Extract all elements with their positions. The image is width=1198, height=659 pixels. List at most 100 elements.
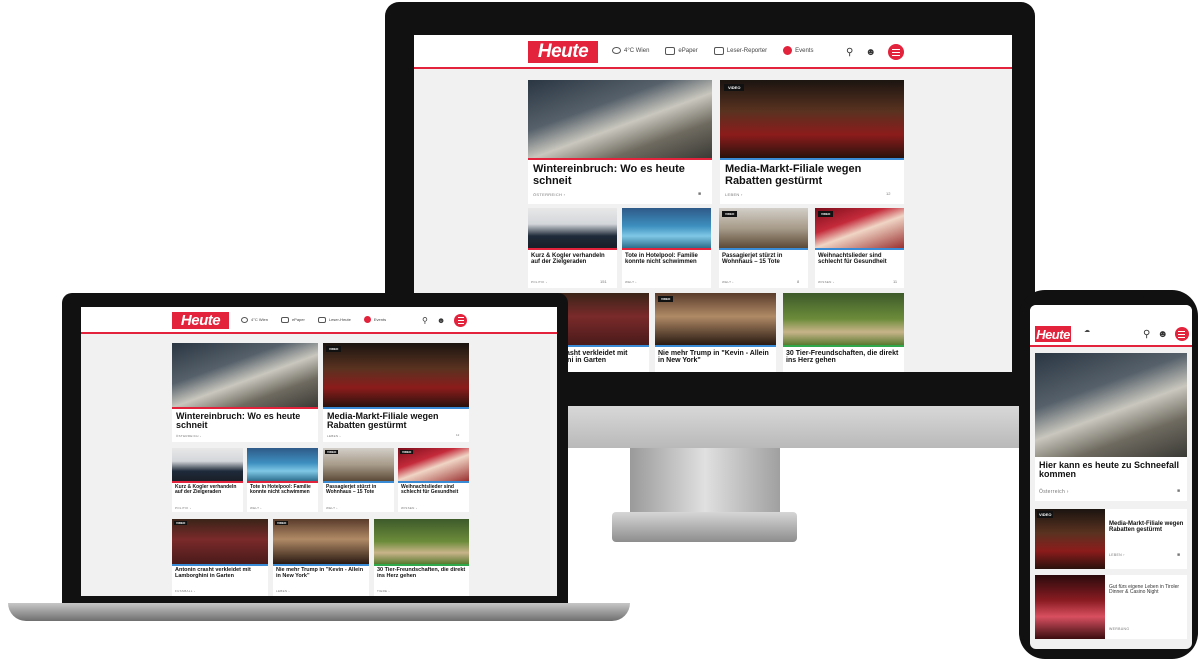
accent-bar xyxy=(273,564,369,566)
article-title: Antonin crasht verkleidet mit Lamborghin… xyxy=(175,567,251,579)
laptop-screen: Heute 4°C Wien ePaper Leser-Heute Events… xyxy=(81,307,557,596)
accent-bar xyxy=(720,158,904,160)
nav-events[interactable]: Events xyxy=(363,316,386,323)
comment-count: 11 xyxy=(893,279,898,284)
article-category: LEBEN › xyxy=(725,192,743,197)
article-title: Wintereinbruch: Wo es heute schneit xyxy=(176,411,301,431)
article-title: Nie mehr Trump in "Kevin - Allein in New… xyxy=(658,350,769,365)
article-category: LEBEN › xyxy=(327,434,341,438)
search-icon[interactable]: ⚲ xyxy=(846,47,853,58)
newspaper-icon xyxy=(280,316,289,323)
menu-icon[interactable] xyxy=(454,314,468,327)
laptop-card-dog[interactable]: 30 Tier-Freundschaften, die direkt ins H… xyxy=(374,519,469,596)
ad-image xyxy=(1035,575,1105,639)
laptop-hero-left[interactable]: Wintereinbruch: Wo es heute schneit ÖSTE… xyxy=(172,343,318,442)
events-icon xyxy=(363,316,371,323)
phone-item-mediamarkt[interactable]: VIDEO Media-Markt-Filiale wegen Rabatten… xyxy=(1035,509,1187,569)
video-badge: VIDEO xyxy=(275,521,289,525)
article-category: ÖSTERREICH › xyxy=(176,434,202,438)
user-icon[interactable]: ☻ xyxy=(865,47,876,58)
imac-foot xyxy=(612,512,797,542)
nav-weather[interactable]: 4°C Wien xyxy=(241,316,268,323)
article-title: 30 Tier-Freundschaften, die direkt ins H… xyxy=(786,350,899,365)
nav-events[interactable]: Events xyxy=(783,46,813,55)
comment-count: 12 xyxy=(886,191,891,196)
laptop-card-pool[interactable]: Tote in Hotelpool: Familie konnte nicht … xyxy=(247,448,318,512)
accent-bar xyxy=(398,481,469,483)
desktop-card-kevin[interactable]: VIDEO Nie mehr Trump in "Kevin - Allein … xyxy=(655,293,776,372)
article-image xyxy=(622,208,711,248)
laptop-card-plane[interactable]: VIDEO Passagierjet stürzt in Wohnhaus – … xyxy=(323,448,394,512)
article-title: Media-Markt-Filiale wegen Rabatten gestü… xyxy=(327,411,439,431)
laptop-card-soccer[interactable]: VIDEO Antonin crasht verkleidet mit Lamb… xyxy=(172,519,268,596)
article-image xyxy=(783,293,904,345)
nav-epaper[interactable]: ePaper xyxy=(280,316,305,323)
desktop-card-dog[interactable]: 30 Tier-Freundschaften, die direkt ins H… xyxy=(783,293,904,372)
desktop-card-kurz[interactable]: Kurz & Kogler verhandeln auf der Zielger… xyxy=(528,208,617,288)
article-image xyxy=(172,448,243,481)
article-title: Weihnachtslieder sind schlecht für Gesun… xyxy=(818,253,887,266)
laptop-card-xmas[interactable]: VIDEO Weihnachtslieder sind schlecht für… xyxy=(398,448,469,512)
article-title: Passagierjet stürzt in Wohnhaus – 15 Tot… xyxy=(326,484,377,496)
video-badge: VIDEO xyxy=(325,450,339,454)
article-image xyxy=(247,448,318,481)
article-category: LEBEN › xyxy=(276,589,290,593)
cloud-icon xyxy=(241,316,248,323)
accent-bar xyxy=(622,248,711,250)
article-category: WELT › xyxy=(326,506,338,510)
accent-bar xyxy=(172,564,268,566)
nav-weather[interactable]: 4°C Wien xyxy=(612,47,649,54)
search-icon[interactable]: ⚲ xyxy=(422,316,428,325)
article-category: POLITIK › xyxy=(531,280,548,284)
nav-leser[interactable]: Leser-Heute xyxy=(317,316,351,323)
article-category: Österreich › xyxy=(1039,489,1069,495)
phone-weather[interactable]: ☁ xyxy=(1084,327,1090,334)
phone-notch xyxy=(1078,293,1144,305)
accent-bar xyxy=(374,564,469,566)
newspaper-icon xyxy=(665,46,676,55)
accent-bar xyxy=(172,481,243,483)
phone-hero[interactable]: Hier kann es heute zu Schneefall kommen … xyxy=(1035,353,1187,501)
desktop-card-xmas[interactable]: VIDEO Weihnachtslieder sind schlecht für… xyxy=(815,208,904,288)
user-icon[interactable]: ☻ xyxy=(437,316,445,325)
article-category: WISSEN › xyxy=(818,280,835,284)
laptop-card-kurz[interactable]: Kurz & Kogler verhandeln auf der Zielger… xyxy=(172,448,243,512)
desktop-card-plane[interactable]: VIDEO Passagierjet stürzt in Wohnhaus – … xyxy=(719,208,808,288)
laptop-nav: 4°C Wien ePaper Leser-Heute Events xyxy=(241,316,386,323)
desktop-card-pool[interactable]: Tote in Hotelpool: Familie konnte nicht … xyxy=(622,208,711,288)
article-title: Kurz & Kogler verhandeln auf der Zielger… xyxy=(531,253,605,266)
accent-bar xyxy=(323,481,394,483)
phone-item-ad[interactable]: Gut fürs eigene Leben in Tiroler Dinner … xyxy=(1035,575,1187,639)
article-image xyxy=(528,208,617,248)
video-badge: VIDEO xyxy=(400,450,414,454)
nav-leser-reporter[interactable]: Leser-Reporter xyxy=(713,46,767,55)
laptop-hero-right[interactable]: VIDEO Media-Markt-Filiale wegen Rabatten… xyxy=(323,343,469,442)
ad-label: WERBUNG xyxy=(1109,627,1130,631)
laptop-logo[interactable]: Heute xyxy=(172,312,229,329)
phone-header: Heute ☁ ⚲ ☻ xyxy=(1030,305,1192,347)
search-icon[interactable]: ⚲ xyxy=(1143,329,1150,340)
article-image xyxy=(1035,509,1105,569)
article-title: 30 Tier-Freundschaften, die direkt ins H… xyxy=(377,567,466,579)
desktop-header-icons: ⚲ ☻ xyxy=(846,44,904,60)
article-image xyxy=(720,80,904,158)
user-icon[interactable]: ☻ xyxy=(1157,329,1168,340)
laptop-card-kevin[interactable]: VIDEO Nie mehr Trump in "Kevin - Allein … xyxy=(273,519,369,596)
article-category: ÖSTERREICH › xyxy=(533,192,566,197)
article-title: Media-Markt-Filiale wegen Rabatten gestü… xyxy=(1109,521,1184,534)
menu-icon[interactable] xyxy=(1174,327,1189,341)
comment-icon: ■ xyxy=(1177,488,1181,494)
article-image xyxy=(323,343,469,407)
menu-icon[interactable] xyxy=(887,44,904,60)
phone-screen: Heute ☁ ⚲ ☻ Hier kann es heute zu Schnee… xyxy=(1030,305,1192,649)
desktop-hero-right[interactable]: VIDEO Media-Markt-Filiale wegen Rabatten… xyxy=(720,80,904,204)
accent-bar xyxy=(815,248,904,250)
nav-epaper[interactable]: ePaper xyxy=(665,46,698,55)
desktop-logo[interactable]: Heute xyxy=(528,41,598,63)
camera-icon xyxy=(713,46,724,55)
article-image xyxy=(528,80,712,158)
desktop-hero-left[interactable]: Wintereinbruch: Wo es heute schneit ÖSTE… xyxy=(528,80,712,204)
article-title: Tote in Hotelpool: Familie konnte nicht … xyxy=(625,253,698,266)
article-title: Wintereinbruch: Wo es heute schneit xyxy=(533,163,685,187)
phone-logo[interactable]: Heute xyxy=(1035,326,1071,342)
